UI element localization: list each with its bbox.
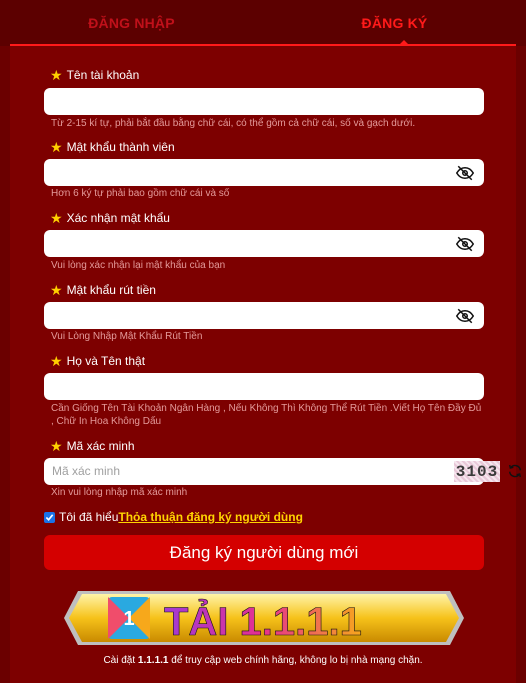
agreement-row: Tôi đã hiểu Thỏa thuận đăng ký người dùn… bbox=[44, 510, 303, 524]
real-name-hint: Cần Giống Tên Tài Khoản Ngân Hàng , Nếu … bbox=[51, 402, 491, 428]
captcha-input[interactable]: Mã xác minh 3103 bbox=[44, 458, 522, 485]
register-button[interactable]: Đăng ký người dùng mới bbox=[44, 535, 484, 570]
withdraw-password-label-text: Mật khẩu rút tiền bbox=[66, 283, 156, 297]
confirm-password-hint: Vui lòng xác nhận lại mật khẩu của bạn bbox=[51, 260, 226, 271]
promo-prefix: Cài đặt bbox=[103, 655, 138, 666]
real-name-hint-line1: Cần Giống Tên Tài Khoản Ngân Hàng , Nếu … bbox=[51, 403, 482, 414]
promo-suffix: để truy cập web chính hãng, không lo bị … bbox=[168, 655, 423, 666]
username-label: ★ Tên tài khoản bbox=[50, 68, 139, 82]
withdraw-password-hint: Vui Lòng Nhập Mật Khẩu Rút Tiền bbox=[51, 331, 203, 342]
confirm-password-label: ★ Xác nhận mật khẩu bbox=[50, 211, 170, 225]
captcha-image: 3103 bbox=[454, 461, 500, 482]
username-input[interactable] bbox=[44, 88, 484, 115]
agree-checkbox[interactable] bbox=[44, 511, 55, 523]
username-label-text: Tên tài khoản bbox=[66, 68, 140, 82]
tab-register[interactable]: ĐĂNG KÝ bbox=[263, 0, 526, 46]
captcha-label: ★ Mã xác minh bbox=[50, 439, 135, 453]
eye-off-icon[interactable] bbox=[456, 235, 474, 253]
star-icon: ★ bbox=[50, 438, 63, 454]
app-logo-icon: 1 bbox=[108, 597, 150, 639]
star-icon: ★ bbox=[50, 210, 63, 226]
real-name-hint-line2: , Chữ In Hoa Không Dấu bbox=[51, 416, 162, 427]
app-logo-badge: 1 bbox=[123, 608, 134, 630]
promo-highlight: 1.1.1.1 bbox=[137, 655, 169, 666]
star-icon: ★ bbox=[50, 67, 63, 83]
check-icon bbox=[45, 513, 54, 521]
auth-tabs: ĐĂNG NHẬP ĐĂNG KÝ bbox=[0, 0, 526, 46]
tab-login[interactable]: ĐĂNG NHẬP bbox=[0, 0, 263, 46]
eye-off-icon[interactable] bbox=[456, 164, 474, 182]
real-name-label-text: Họ và Tên thật bbox=[66, 354, 146, 368]
password-input[interactable] bbox=[44, 159, 484, 186]
promo-text: Cài đặt 1.1.1.1 để truy cập web chính hã… bbox=[0, 655, 526, 666]
eye-off-icon[interactable] bbox=[456, 307, 474, 325]
star-icon: ★ bbox=[50, 282, 63, 298]
active-tab-caret bbox=[399, 40, 409, 45]
captcha-placeholder: Mã xác minh bbox=[52, 464, 121, 478]
agreement-link[interactable]: Thỏa thuận đăng ký người dùng bbox=[118, 510, 303, 524]
agree-text: Tôi đã hiểu bbox=[59, 510, 119, 524]
withdraw-password-label: ★ Mật khẩu rút tiền bbox=[50, 283, 156, 297]
confirm-password-input[interactable] bbox=[44, 230, 484, 257]
password-label-text: Mật khẩu thành viên bbox=[66, 140, 175, 154]
banner-text: TẢI 1.1.1.1 bbox=[164, 598, 362, 644]
username-hint: Từ 2-15 kí tự, phải bắt đầu bằng chữ cái… bbox=[51, 118, 416, 129]
confirm-password-label-text: Xác nhận mật khẩu bbox=[66, 211, 170, 225]
star-icon: ★ bbox=[50, 353, 63, 369]
refresh-icon[interactable] bbox=[507, 463, 523, 479]
register-page: ĐĂNG NHẬP ĐĂNG KÝ ★ Tên tài khoản Từ 2-1… bbox=[0, 0, 526, 683]
real-name-label: ★ Họ và Tên thật bbox=[50, 354, 145, 368]
password-hint: Hơn 6 ký tự phải bao gồm chữ cái và số bbox=[51, 188, 230, 199]
captcha-label-text: Mã xác minh bbox=[66, 439, 135, 453]
password-label: ★ Mật khẩu thành viên bbox=[50, 140, 175, 154]
captcha-hint: Xin vui lòng nhập mã xác minh bbox=[51, 487, 188, 498]
withdraw-password-input[interactable] bbox=[44, 302, 484, 329]
star-icon: ★ bbox=[50, 139, 63, 155]
download-banner[interactable]: 1 TẢI 1.1.1.1 bbox=[64, 589, 464, 647]
real-name-input[interactable] bbox=[44, 373, 484, 400]
